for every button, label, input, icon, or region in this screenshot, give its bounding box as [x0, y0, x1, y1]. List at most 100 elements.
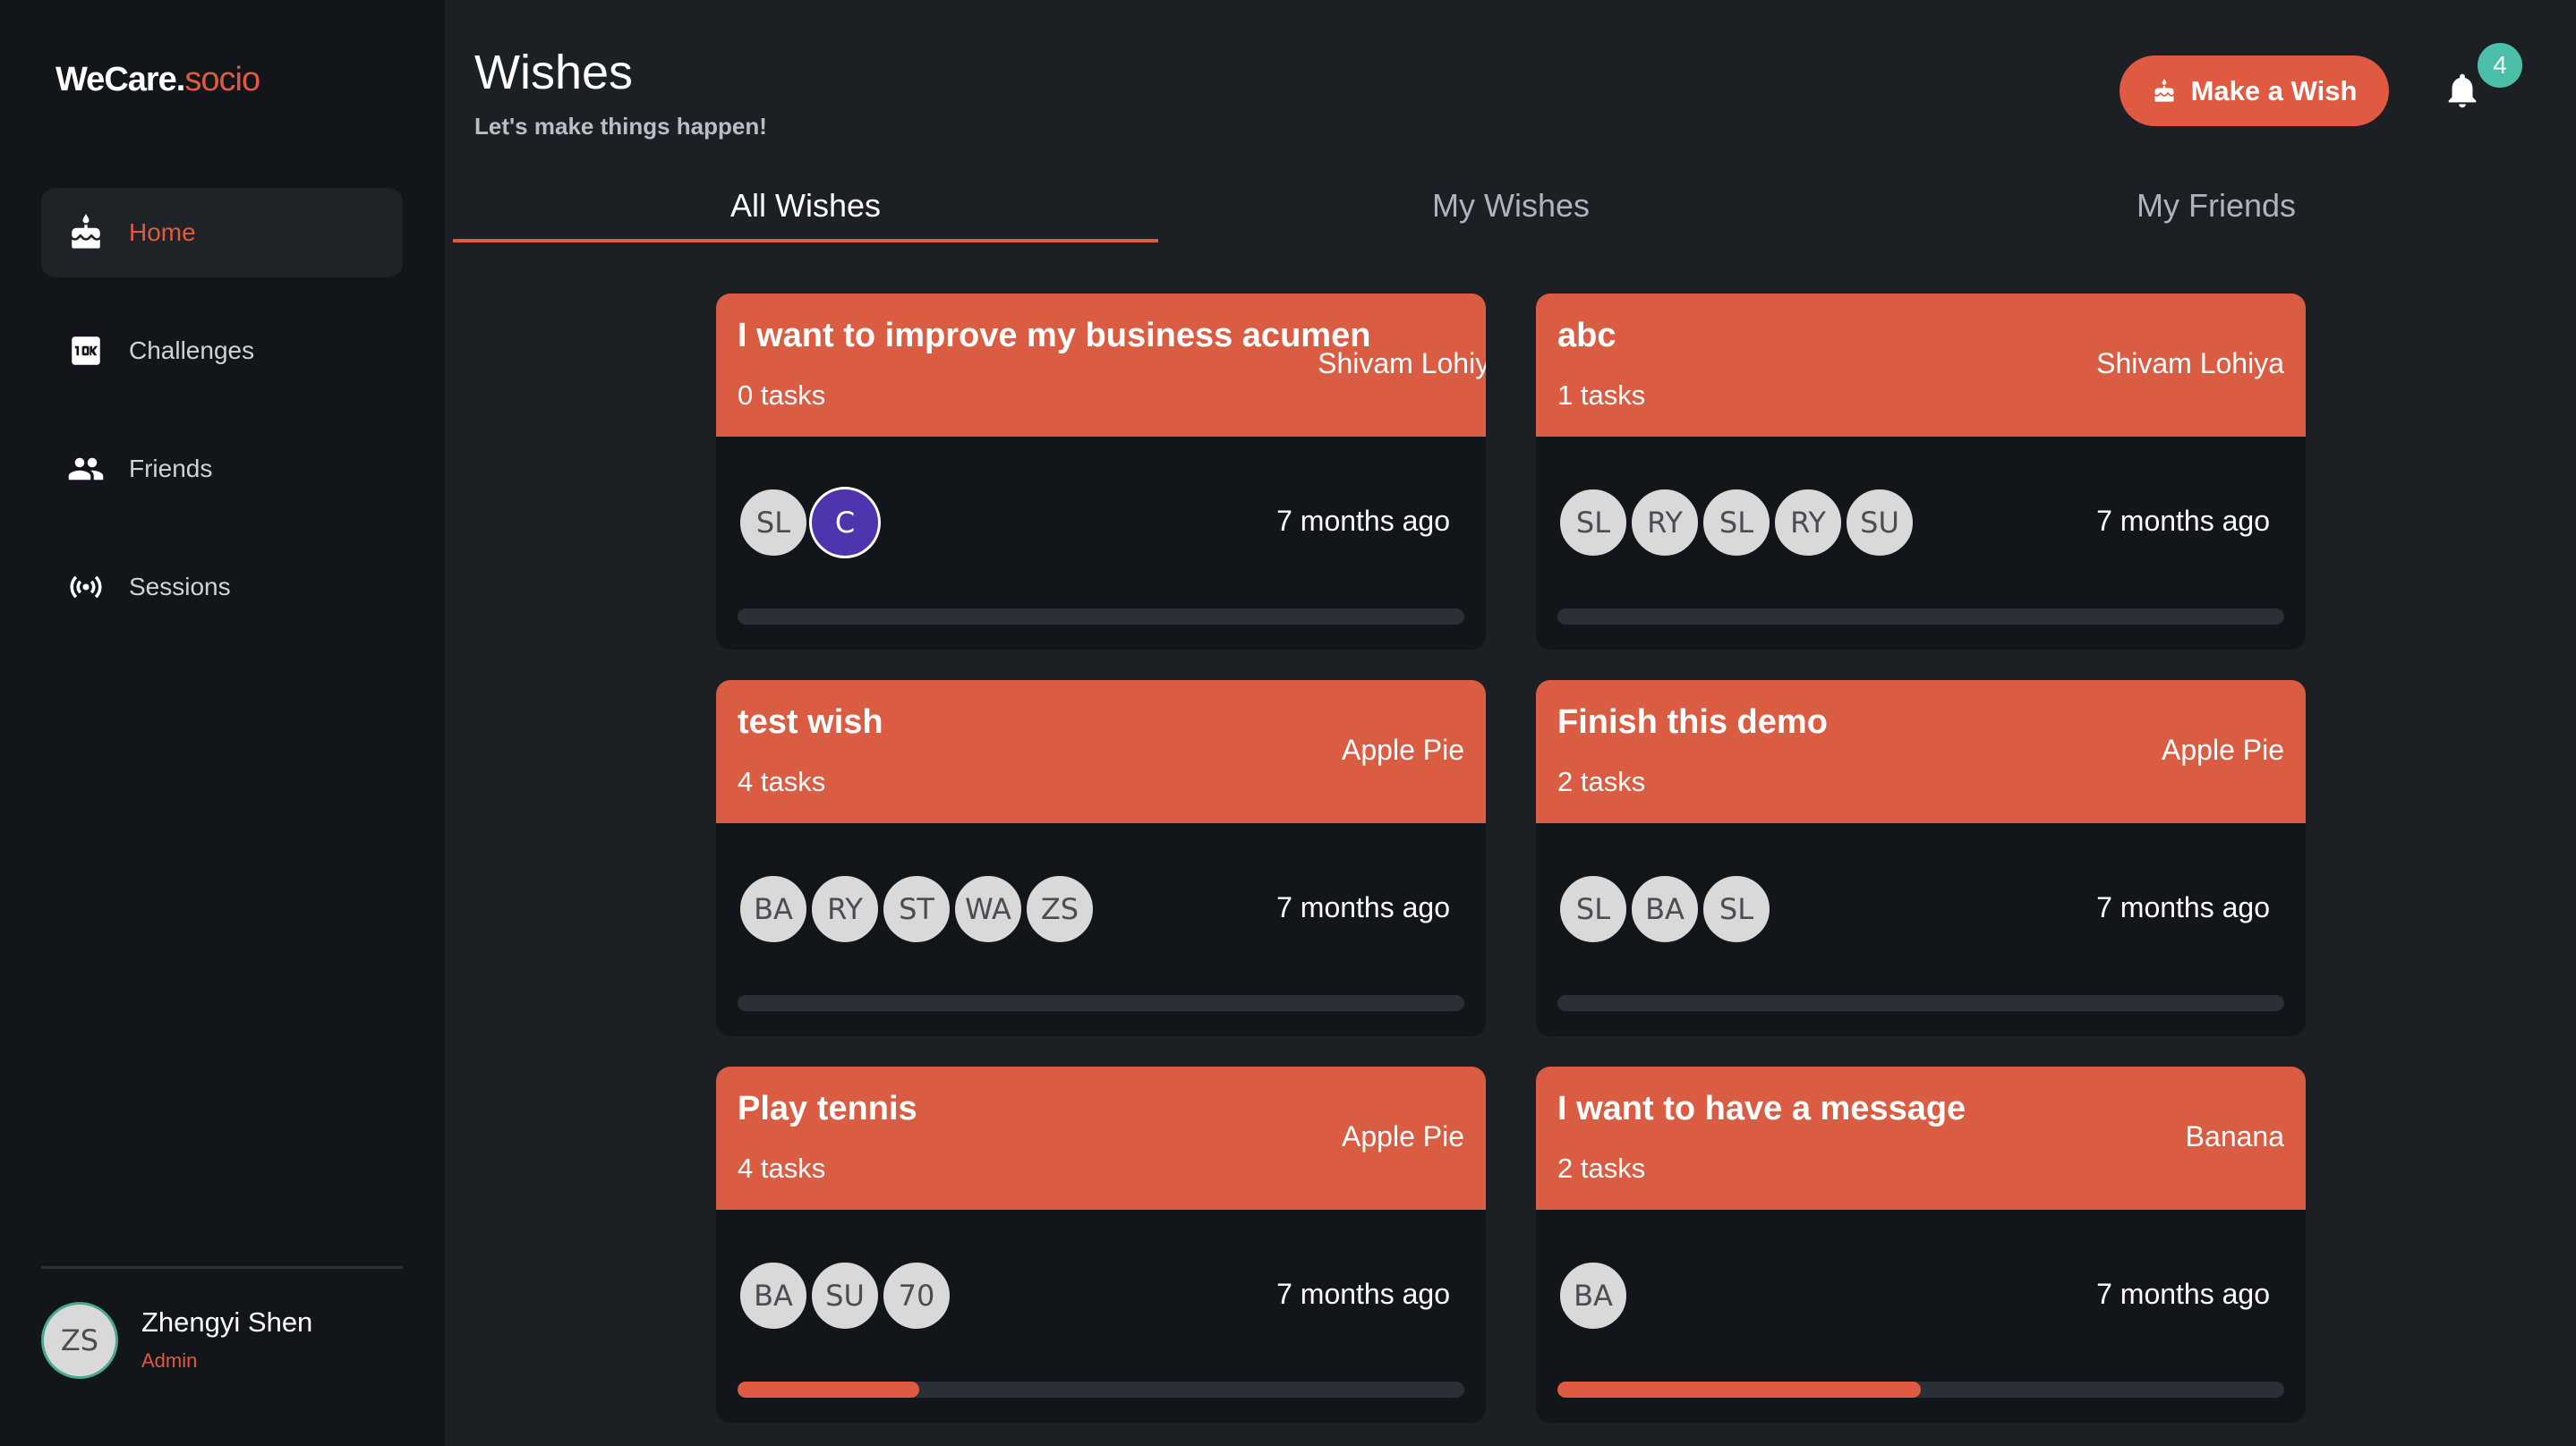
wish-card[interactable]: test wish 4 tasks Apple Pie BA RY ST WA ZS 7 mon… [716, 680, 1486, 1036]
make-a-wish-label: Make a Wish [2190, 74, 2358, 106]
member-avatar[interactable]: RY [809, 873, 881, 945]
wish-owner: Shivam Lohiya [1318, 347, 1486, 379]
wish-card[interactable]: Play tennis 4 tasks Apple Pie BA SU 70 7 month… [716, 1067, 1486, 1423]
member-avatar[interactable]: C [809, 487, 881, 558]
sidebar-item-sessions[interactable]: Sessions [41, 542, 403, 632]
notification-badge: 4 [2478, 43, 2522, 88]
member-avatars: SL RY SL RY SU [1557, 487, 1915, 558]
wish-task-count: 4 tasks [738, 766, 826, 797]
member-avatar[interactable]: BA [1557, 1260, 1629, 1331]
wish-card-header: Finish this demo 2 tasks Apple Pie [1536, 680, 2306, 823]
member-avatar[interactable]: SL [1557, 487, 1629, 558]
member-avatars: BA [1557, 1260, 1629, 1331]
member-avatar[interactable]: BA [1629, 873, 1701, 945]
wish-timestamp: 7 months ago [1276, 505, 1450, 537]
member-avatar[interactable]: SL [1557, 873, 1629, 945]
tab-my-friends[interactable]: My Friends [1864, 170, 2569, 242]
app-root: WeCare.socio Home Challenges Friends Ses [0, 0, 2576, 1446]
sidebar-item-challenges[interactable]: Challenges [41, 306, 403, 396]
wish-card-header: Play tennis 4 tasks Apple Pie [716, 1067, 1486, 1210]
wish-timestamp: 7 months ago [2096, 505, 2270, 537]
wish-task-count: 4 tasks [738, 1153, 826, 1184]
sidebar: WeCare.socio Home Challenges Friends Ses [0, 0, 445, 1446]
wish-card-header: I want to improve my business acumen 0 ta… [716, 293, 1486, 437]
wish-progress-bar [1557, 995, 2284, 1011]
user-role: Admin [141, 1349, 198, 1372]
wish-task-count: 2 tasks [1557, 1153, 1646, 1184]
wish-progress-fill [738, 1382, 919, 1398]
page-title: Wishes [474, 46, 634, 99]
wish-progress-bar [738, 995, 1464, 1011]
wish-title: test wish [738, 703, 883, 741]
brand-suffix: socio [184, 61, 260, 98]
wish-card[interactable]: I want to have a message 2 tasks Banana BA 7… [1536, 1067, 2306, 1423]
wish-card[interactable]: I want to improve my business acumen 0 ta… [716, 293, 1486, 650]
member-avatars: SL C [738, 487, 881, 558]
wish-owner: Banana [2185, 1120, 2284, 1153]
member-avatar[interactable]: SU [809, 1260, 881, 1331]
wish-title: Play tennis [738, 1090, 917, 1127]
wish-progress-bar [738, 1382, 1464, 1398]
member-avatar[interactable]: SL [738, 487, 809, 558]
wish-timestamp: 7 months ago [2096, 1278, 2270, 1310]
wish-title: abc [1557, 317, 1616, 354]
wish-card[interactable]: Finish this demo 2 tasks Apple Pie SL BA SL 7 … [1536, 680, 2306, 1036]
member-avatar[interactable]: BA [738, 873, 809, 945]
make-a-wish-button[interactable]: Make a Wish [2120, 55, 2389, 126]
broadcast-icon [66, 567, 106, 607]
wish-owner: Apple Pie [1342, 1120, 1464, 1153]
wish-owner: Apple Pie [1342, 734, 1464, 766]
wish-card-header: abc 1 tasks Shivam Lohiya [1536, 293, 2306, 437]
member-avatar[interactable]: SL [1701, 487, 1772, 558]
wish-card[interactable]: abc 1 tasks Shivam Lohiya SL RY SL RY SU 7 month… [1536, 293, 2306, 650]
avatar[interactable]: ZS [41, 1302, 118, 1379]
bell-icon[interactable] [2442, 70, 2483, 111]
wish-card-header: I want to have a message 2 tasks Banana [1536, 1067, 2306, 1210]
member-avatar[interactable]: ST [881, 873, 952, 945]
wish-timestamp: 7 months ago [1276, 891, 1450, 923]
wish-timestamp: 7 months ago [2096, 891, 2270, 923]
wish-timestamp: 7 months ago [1276, 1278, 1450, 1310]
member-avatar[interactable]: SL [1701, 873, 1772, 945]
wish-progress-bar [738, 608, 1464, 625]
page-subtitle: Let's make things happen! [474, 113, 767, 140]
sidebar-item-friends[interactable]: Friends [41, 424, 403, 514]
tab-my-wishes[interactable]: My Wishes [1158, 170, 1864, 242]
tab-all-wishes[interactable]: All Wishes [453, 170, 1158, 242]
member-avatar[interactable]: BA [738, 1260, 809, 1331]
sidebar-item-label: Challenges [129, 336, 255, 364]
member-avatars: SL BA SL [1557, 873, 1772, 945]
member-avatars: BA RY ST WA ZS [738, 873, 1096, 945]
wish-owner: Apple Pie [2162, 734, 2284, 766]
sidebar-divider [41, 1266, 403, 1269]
user-name: Zhengyi Shen [141, 1306, 313, 1338]
wish-task-count: 0 tasks [738, 379, 826, 411]
wish-task-count: 2 tasks [1557, 766, 1646, 797]
brand-name: WeCare. [55, 61, 185, 98]
member-avatar[interactable]: ZS [1024, 873, 1096, 945]
wish-progress-bar [1557, 1382, 2284, 1398]
10k-icon [66, 331, 106, 370]
wish-progress-bar [1557, 608, 2284, 625]
wish-progress-fill [1557, 1382, 1921, 1398]
cake-icon [2152, 78, 2177, 104]
brand-logo[interactable]: WeCare.socio [55, 61, 260, 99]
member-avatars: BA SU 70 [738, 1260, 952, 1331]
wish-card-header: test wish 4 tasks Apple Pie [716, 680, 1486, 823]
sidebar-item-label: Friends [129, 455, 213, 482]
wish-owner: Shivam Lohiya [2096, 347, 2284, 379]
active-tab-indicator [453, 239, 1158, 242]
wish-title: Finish this demo [1557, 703, 1828, 741]
sidebar-item-label: Sessions [129, 573, 231, 600]
member-avatar[interactable]: SU [1844, 487, 1915, 558]
sidebar-item-home[interactable]: Home [41, 188, 403, 277]
cake-icon [66, 213, 106, 252]
avatar-initials: ZS [47, 1307, 113, 1374]
member-avatar[interactable]: WA [952, 873, 1024, 945]
member-avatar[interactable]: RY [1772, 487, 1844, 558]
people-icon [66, 449, 106, 489]
member-avatar[interactable]: RY [1629, 487, 1701, 558]
wish-task-count: 1 tasks [1557, 379, 1646, 411]
wish-title: I want to improve my business acumen [738, 317, 1371, 354]
member-avatar[interactable]: 70 [881, 1260, 952, 1331]
